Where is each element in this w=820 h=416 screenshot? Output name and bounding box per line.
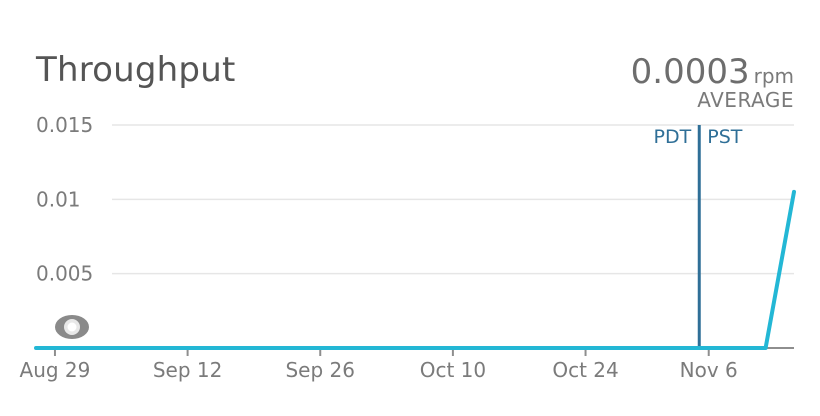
y-tick-label: 0.015 [36,113,93,137]
timezone-label-before: PDT [654,126,692,148]
x-tick-label: Nov 6 [680,358,738,382]
x-tick-label: Oct 24 [552,358,618,382]
y-tick-label: 0.01 [36,187,81,211]
eye-icon[interactable] [55,315,89,339]
x-tick-label: Sep 26 [285,358,355,382]
throughput-chart: 0.015 0.01 0.005 Aug 29 Sep 12 Sep 26 Oct 10 Oc… [20,113,796,382]
x-tick-label: Oct 10 [420,358,486,382]
x-tick-label: Aug 29 [20,358,91,382]
timezone-label-after: PST [707,126,743,148]
x-tick-label: Sep 12 [153,358,223,382]
series-line [34,189,796,350]
y-tick-label: 0.005 [36,262,93,286]
